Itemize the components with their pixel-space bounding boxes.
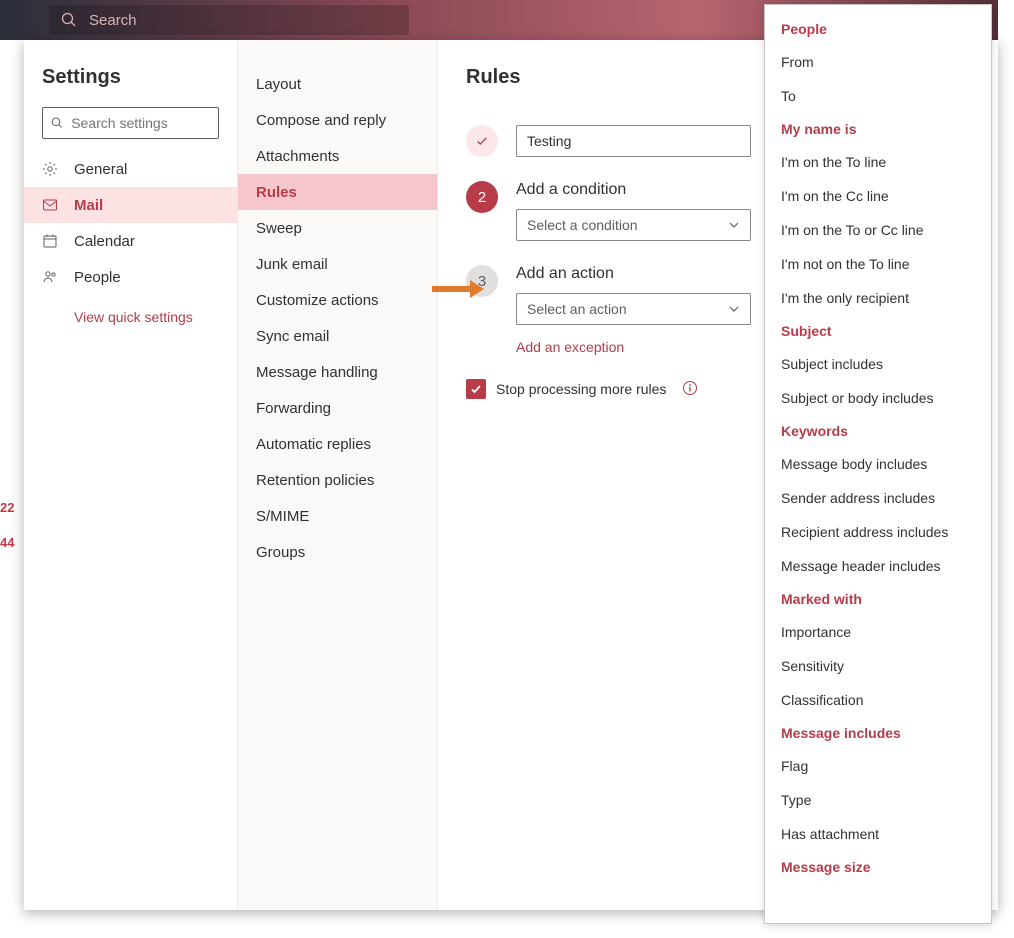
dropdown-group-message-size: Message size	[765, 851, 991, 883]
dropdown-item-i-m-the-only-recipient[interactable]: I'm the only recipient	[765, 281, 991, 315]
subnav-item-compose-and-reply[interactable]: Compose and reply	[238, 102, 437, 138]
dropdown-group-keywords: Keywords	[765, 415, 991, 447]
subnav-item-attachments[interactable]: Attachments	[238, 138, 437, 174]
subnav-item-rules[interactable]: Rules	[238, 174, 437, 210]
condition-dropdown-panel[interactable]: PeopleFromToMy name isI'm on the To line…	[764, 4, 992, 924]
chevron-down-icon	[728, 219, 740, 231]
category-people[interactable]: People	[24, 259, 237, 295]
subnav-item-message-handling[interactable]: Message handling	[238, 354, 437, 390]
subnav-item-sweep[interactable]: Sweep	[238, 210, 437, 246]
stop-processing-checkbox[interactable]	[466, 379, 486, 399]
dropdown-group-my-name-is: My name is	[765, 113, 991, 145]
dropdown-item-type[interactable]: Type	[765, 783, 991, 817]
stop-processing-label: Stop processing more rules	[496, 381, 666, 397]
dropdown-item-to[interactable]: To	[765, 79, 991, 113]
subnav-item-customize-actions[interactable]: Customize actions	[238, 282, 437, 318]
step-badge-2: 2	[466, 181, 498, 213]
settings-subnav-pane: LayoutCompose and replyAttachmentsRulesS…	[238, 40, 438, 910]
dropdown-item-classification[interactable]: Classification	[765, 683, 991, 717]
dropdown-group-message-includes: Message includes	[765, 717, 991, 749]
dropdown-item-i-m-not-on-the-to-line[interactable]: I'm not on the To line	[765, 247, 991, 281]
subnav-item-junk-email[interactable]: Junk email	[238, 246, 437, 282]
subnav-item-s-mime[interactable]: S/MIME	[238, 498, 437, 534]
info-icon[interactable]	[682, 380, 698, 399]
category-calendar[interactable]: Calendar	[24, 223, 237, 259]
search-icon	[61, 12, 77, 28]
dropdown-group-people: People	[765, 13, 991, 45]
dropdown-item-sender-address-includes[interactable]: Sender address includes	[765, 481, 991, 515]
gear-icon	[42, 161, 74, 177]
dropdown-item-i-m-on-the-to-line[interactable]: I'm on the To line	[765, 145, 991, 179]
category-label: General	[74, 161, 127, 178]
settings-title: Settings	[24, 58, 237, 107]
settings-search-box[interactable]	[42, 107, 219, 139]
dropdown-item-recipient-address-includes[interactable]: Recipient address includes	[765, 515, 991, 549]
subnav-item-sync-email[interactable]: Sync email	[238, 318, 437, 354]
category-label: Mail	[74, 197, 103, 214]
chevron-down-icon	[728, 303, 740, 315]
subnav-item-automatic-replies[interactable]: Automatic replies	[238, 426, 437, 462]
action-select-value: Select an action	[527, 301, 627, 317]
rule-name-input[interactable]: Testing	[516, 125, 751, 157]
app-search-box[interactable]: Search	[49, 5, 409, 35]
subnav-item-layout[interactable]: Layout	[238, 66, 437, 102]
dropdown-group-marked-with: Marked with	[765, 583, 991, 615]
dropdown-item-from[interactable]: From	[765, 45, 991, 79]
step-badge-done	[466, 125, 498, 157]
condition-select-value: Select a condition	[527, 217, 638, 233]
dropdown-group-subject: Subject	[765, 315, 991, 347]
background-counters: 22 44	[0, 500, 14, 570]
dropdown-item-subject-or-body-includes[interactable]: Subject or body includes	[765, 381, 991, 415]
settings-category-pane: Settings General Mail	[24, 40, 238, 910]
dropdown-item-importance[interactable]: Importance	[765, 615, 991, 649]
dropdown-item-message-body-includes[interactable]: Message body includes	[765, 447, 991, 481]
category-general[interactable]: General	[24, 151, 237, 187]
dropdown-item-i-m-on-the-cc-line[interactable]: I'm on the Cc line	[765, 179, 991, 213]
condition-select[interactable]: Select a condition	[516, 209, 751, 241]
settings-search-input[interactable]	[71, 115, 210, 131]
people-icon	[42, 269, 74, 285]
calendar-icon	[42, 233, 74, 249]
category-mail[interactable]: Mail	[24, 187, 237, 223]
subnav-item-forwarding[interactable]: Forwarding	[238, 390, 437, 426]
rule-name-value: Testing	[527, 133, 571, 149]
mail-icon	[42, 197, 74, 213]
checkmark-icon	[470, 383, 482, 395]
dropdown-item-subject-includes[interactable]: Subject includes	[765, 347, 991, 381]
subnav-item-groups[interactable]: Groups	[238, 534, 437, 570]
dropdown-item-has-attachment[interactable]: Has attachment	[765, 817, 991, 851]
category-label: Calendar	[74, 233, 135, 250]
search-icon	[51, 116, 63, 130]
app-search-placeholder: Search	[89, 12, 137, 29]
dropdown-item-message-header-includes[interactable]: Message header includes	[765, 549, 991, 583]
subnav-item-retention-policies[interactable]: Retention policies	[238, 462, 437, 498]
dropdown-item-flag[interactable]: Flag	[765, 749, 991, 783]
dropdown-item-sensitivity[interactable]: Sensitivity	[765, 649, 991, 683]
view-quick-settings-link[interactable]: View quick settings	[24, 295, 237, 325]
arrow-annotation-icon	[430, 278, 484, 300]
checkmark-icon	[475, 134, 489, 148]
action-select[interactable]: Select an action	[516, 293, 751, 325]
category-label: People	[74, 269, 121, 286]
dropdown-item-i-m-on-the-to-or-cc-line[interactable]: I'm on the To or Cc line	[765, 213, 991, 247]
